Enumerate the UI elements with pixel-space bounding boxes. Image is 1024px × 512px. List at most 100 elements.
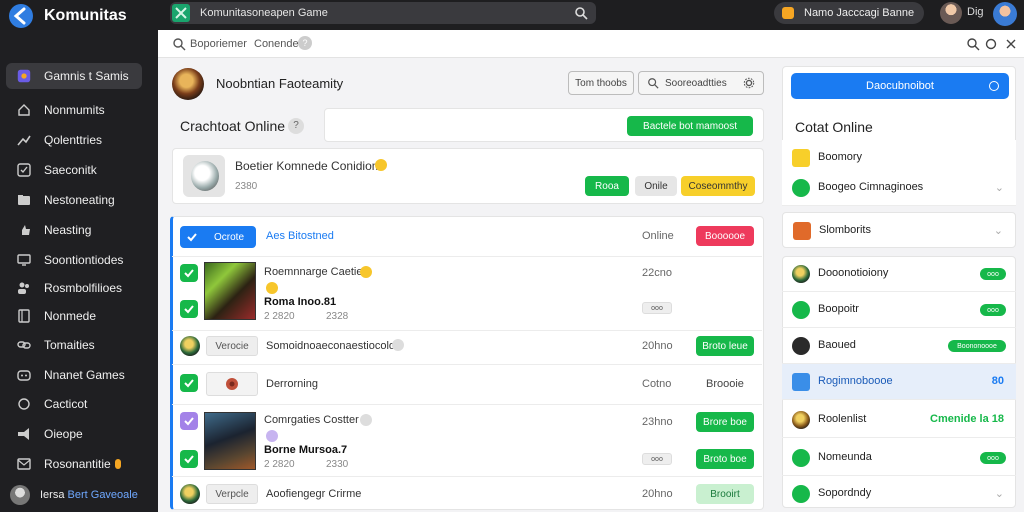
row-checkbox[interactable] xyxy=(180,374,198,392)
sidebar-item-2[interactable]: Qolenttries xyxy=(6,127,142,153)
sidebar-item-label: Gamnis t Samis xyxy=(44,69,129,83)
list-header-badge[interactable]: Boooooe xyxy=(696,226,754,246)
chevron-down-icon[interactable]: ⌄ xyxy=(994,224,1003,237)
community-button-a[interactable]: Tom thoobs xyxy=(568,71,634,95)
sidebar-item-games[interactable]: Gamnis t Samis xyxy=(6,63,142,89)
close-icon[interactable] xyxy=(1004,37,1018,51)
right-item[interactable]: Nomeunda ooo xyxy=(782,440,1016,476)
right-item-label: Rogimnoboooe xyxy=(818,375,893,387)
logo-icon[interactable] xyxy=(8,3,34,29)
row-title[interactable]: Aoofiengegr Crirme xyxy=(266,488,361,500)
sidebar-item-11[interactable]: Cacticot xyxy=(6,391,142,417)
avatar xyxy=(792,411,810,429)
row-title[interactable]: Derrorning xyxy=(266,378,318,390)
chat-green-button[interactable]: Bactele bot mamoost xyxy=(627,116,753,136)
circle-icon[interactable] xyxy=(984,37,998,51)
right-item-label: Dooonotioiony xyxy=(818,267,889,279)
check-icon xyxy=(184,305,194,314)
status-badge: ooo xyxy=(980,268,1006,280)
row-button[interactable]: Broto leue xyxy=(696,336,754,356)
chevron-down-icon[interactable]: ⌄ xyxy=(995,487,1004,500)
right-item[interactable]: Baoued Boononoooe xyxy=(782,328,1016,364)
chat-section-title: Crachtoat Online xyxy=(180,118,286,134)
row-tag[interactable]: Verpcle xyxy=(206,484,258,504)
row-status: Broooie xyxy=(706,378,744,390)
profile-avatar[interactable] xyxy=(993,2,1017,26)
right-item-selected[interactable]: Rogimnoboooe 80 xyxy=(782,364,1016,400)
right-item[interactable]: Boopoitr ooo xyxy=(782,292,1016,328)
sidebar-item-6[interactable]: Soontiontiodes xyxy=(6,247,142,273)
sidebar-item-1[interactable]: Nonmumits xyxy=(6,97,142,123)
sidebar-item-label: Cacticot xyxy=(44,397,88,411)
box-icon xyxy=(793,222,811,240)
row-checkbox[interactable] xyxy=(180,412,198,430)
right-item[interactable]: Dooonotioiony ooo xyxy=(782,256,1016,292)
sidebar-item-8[interactable]: Nonmede xyxy=(6,303,142,329)
row-title[interactable]: Roemnnarge Caetiee xyxy=(264,266,369,278)
row-tag[interactable]: ooo xyxy=(642,302,672,314)
row-thumbnail[interactable] xyxy=(206,372,258,396)
sidebar-item-13[interactable]: Rosonantitie xyxy=(6,451,142,477)
user-pill[interactable]: Namo Jacccagi Banne xyxy=(774,2,924,24)
sidebar-item-4[interactable]: Nestoneating xyxy=(6,187,142,213)
post-title: Boetier Komnede Conidiom xyxy=(235,159,382,173)
post-green-button[interactable]: Rooa xyxy=(585,176,629,196)
divider xyxy=(172,256,762,257)
tab-ocrote[interactable]: Ocrote xyxy=(180,226,256,248)
sub-toolbar-label[interactable]: Boporiemer xyxy=(190,38,247,50)
sidebar-item-12[interactable]: Oieope xyxy=(6,421,142,447)
game-thumbnail[interactable] xyxy=(204,262,256,320)
sidebar-item-label: Tomaities xyxy=(44,338,95,352)
right-item-label: Nomeunda xyxy=(818,451,872,463)
search-icon[interactable] xyxy=(574,6,588,20)
sidebar-item-5[interactable]: Neasting xyxy=(6,217,142,243)
top-search-bar[interactable]: Komunitasoneapen Game xyxy=(170,2,596,24)
post-gray-button[interactable]: Onile xyxy=(635,176,677,196)
info-icon xyxy=(392,339,404,351)
row-button-b[interactable]: Broto boe xyxy=(696,449,754,469)
right-item[interactable]: Roolenlist Cmenide la 18 xyxy=(782,402,1016,438)
post-thumbnail[interactable] xyxy=(183,155,225,197)
game-thumbnail[interactable] xyxy=(204,412,256,470)
community-avatar[interactable] xyxy=(172,68,204,100)
gear-icon[interactable] xyxy=(743,77,755,89)
right-item-card[interactable]: Slomborits ⌄ xyxy=(782,212,1016,248)
row-button[interactable]: Brooirt xyxy=(696,484,754,504)
row-title[interactable]: Somoidnoaeconaestiocolot xyxy=(266,340,398,352)
circle-icon xyxy=(989,81,999,91)
row-button-a[interactable]: Brore boe xyxy=(696,412,754,432)
sidebar-item-3[interactable]: Saeconitk xyxy=(6,157,142,183)
sidebar-user[interactable]: Iersa Bert Gaveoale xyxy=(10,484,150,506)
help-icon[interactable]: ? xyxy=(298,36,312,50)
row-checkbox[interactable] xyxy=(180,264,198,282)
row-checkbox[interactable] xyxy=(180,300,198,318)
chevron-down-icon[interactable]: ⌄ xyxy=(995,181,1004,194)
row-tag[interactable]: ooo xyxy=(642,453,672,465)
status-badge: ooo xyxy=(980,304,1006,316)
sidebar-item-9[interactable]: Tomaities xyxy=(6,332,142,358)
sidebar-item-10[interactable]: Nnanet Games xyxy=(6,362,142,388)
avatar[interactable] xyxy=(940,2,962,24)
sub-toolbar-label-2[interactable]: Conende xyxy=(254,38,299,50)
right-top-button[interactable]: Daocubnoibot xyxy=(791,73,1009,99)
row-avatar[interactable] xyxy=(180,484,200,504)
help-icon[interactable]: ? xyxy=(288,118,304,134)
link-icon xyxy=(16,337,32,353)
row-tag[interactable]: Verocie xyxy=(206,336,258,356)
warning-icon xyxy=(114,459,121,469)
sidebar-item-7[interactable]: Rosmbolfilioes xyxy=(6,275,142,301)
row-title[interactable]: Comrgaties Costter xyxy=(264,414,359,426)
post-image xyxy=(191,161,219,191)
right-item[interactable]: Boogeo Cimnaginoes ⌄ xyxy=(782,170,1016,206)
row-checkbox[interactable] xyxy=(180,450,198,468)
sidebar-user-highlight: Bert Gaveoale xyxy=(67,489,138,501)
row-meta: 2 2820 xyxy=(264,459,295,470)
community-button-b[interactable]: Sooreoadtties xyxy=(638,71,764,95)
search-icon[interactable] xyxy=(966,37,980,51)
search-icon[interactable] xyxy=(172,37,186,51)
post-yellow-button[interactable]: Coseommthy xyxy=(681,176,755,196)
row-avatar[interactable] xyxy=(180,336,200,356)
right-item[interactable]: Sopordndy ⌄ xyxy=(782,476,1016,512)
sidebar-user-name: Iersa Bert Gaveoale xyxy=(40,489,138,501)
chat-input-card[interactable]: Bactele bot mamoost xyxy=(324,108,764,142)
